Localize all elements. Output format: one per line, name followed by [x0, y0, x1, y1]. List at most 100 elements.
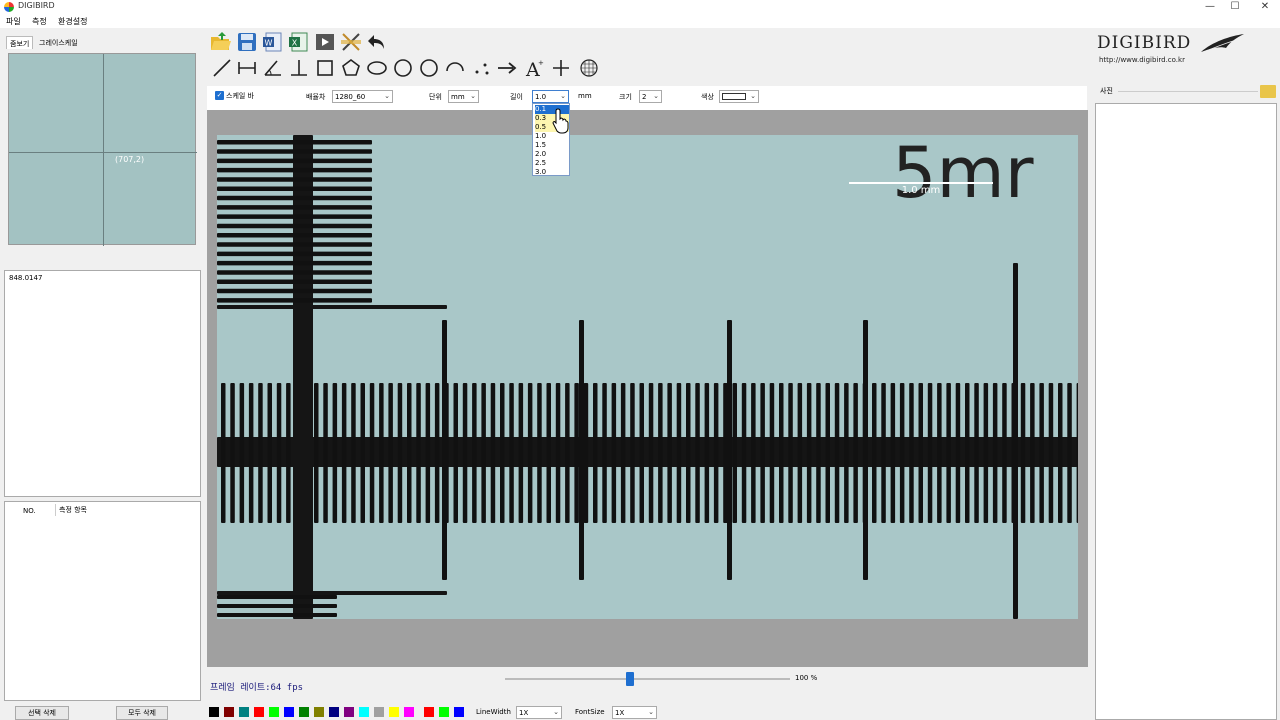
delete-all-button[interactable]: 모두 삭제: [116, 706, 168, 720]
svg-text:X: X: [292, 39, 298, 48]
maximize-button[interactable]: ☐: [1220, 0, 1250, 14]
measure-value: 848.0147: [9, 274, 43, 282]
circle-icon[interactable]: [392, 57, 414, 79]
color-swatch[interactable]: [284, 707, 294, 717]
play-icon[interactable]: [314, 31, 336, 53]
color-swatch[interactable]: [374, 707, 384, 717]
color-swatch[interactable]: [439, 707, 449, 717]
app-icon: [4, 2, 14, 12]
zoom-slider-track[interactable]: [505, 678, 790, 680]
grid-circle-icon[interactable]: [578, 57, 600, 79]
scale-bar-text: 1.0 mm: [902, 185, 941, 196]
tab-zoom-view[interactable]: 줌보기: [6, 36, 34, 49]
color-select[interactable]: ⌄: [719, 90, 759, 103]
color-swatch[interactable]: [344, 707, 354, 717]
length-select[interactable]: 1.0 ⌄: [532, 90, 569, 103]
ruler-image: 5mr 1.0 mm: [217, 135, 1078, 619]
linewidth-select[interactable]: 1X ⌄: [516, 706, 562, 719]
color-swatch[interactable]: [269, 707, 279, 717]
delete-selected-button[interactable]: 선택 삭제: [15, 706, 69, 720]
title-bar: DIGIBIRD — ☐ ✕: [0, 0, 1280, 14]
length-option[interactable]: 3.0: [535, 168, 569, 177]
length-label: 길이: [510, 93, 523, 101]
length-option[interactable]: 1.5: [535, 141, 569, 150]
chevron-down-icon: ⌄: [648, 708, 654, 716]
color-swatch[interactable]: [329, 707, 339, 717]
photo-list[interactable]: [1095, 103, 1277, 720]
size-label: 크기: [619, 93, 632, 101]
color-swatch[interactable]: [299, 707, 309, 717]
circle-3pt-icon[interactable]: [418, 57, 440, 79]
chevron-down-icon: ⌄: [470, 92, 476, 100]
scale-bar-line: [849, 182, 993, 184]
column-item: 측정 항목: [59, 506, 87, 514]
fontsize-label: FontSize: [575, 708, 605, 716]
color-label: 색상: [701, 93, 714, 101]
length-value: 1.0: [535, 93, 547, 101]
fontsize-select[interactable]: 1X ⌄: [612, 706, 657, 719]
menu-file[interactable]: 파일: [6, 16, 21, 27]
perpendicular-icon[interactable]: [288, 57, 310, 79]
unit-label: 단위: [429, 93, 442, 101]
undo-icon[interactable]: [366, 31, 388, 53]
rectangle-icon[interactable]: [314, 57, 336, 79]
crosshair-vertical: [103, 54, 104, 246]
chevron-down-icon: ⌄: [653, 92, 659, 100]
value-panel: 848.0147: [4, 270, 201, 497]
color-swatch[interactable]: [254, 707, 264, 717]
measure-tools-icon[interactable]: [340, 31, 362, 53]
color-swatch[interactable]: [224, 707, 234, 717]
length-option[interactable]: 2.0: [535, 150, 569, 159]
line-icon[interactable]: [211, 57, 233, 79]
photo-divider: [1118, 91, 1258, 92]
magnification-value: 1280_60: [335, 93, 366, 101]
menu-settings[interactable]: 환경설정: [58, 16, 87, 27]
folder-icon[interactable]: [1260, 85, 1276, 98]
length-unit-label: mm: [578, 92, 592, 100]
window-title: DIGIBIRD: [18, 1, 55, 10]
pentagon-icon[interactable]: [340, 57, 362, 79]
unit-value: mm: [451, 93, 465, 101]
size-select[interactable]: 2 ⌄: [639, 90, 662, 103]
tab-grayscale[interactable]: 그레이스케일: [36, 36, 81, 49]
unit-select[interactable]: mm ⌄: [448, 90, 479, 103]
ruler-label: 5mr: [892, 135, 1034, 214]
length-option[interactable]: 2.5: [535, 159, 569, 168]
photo-label: 사진: [1100, 87, 1113, 95]
brand-url[interactable]: http://www.digibird.co.kr: [1099, 56, 1185, 64]
menu-measure[interactable]: 측정: [32, 16, 47, 27]
magnification-label: 배율차: [306, 93, 326, 101]
text-icon[interactable]: A+: [524, 57, 546, 79]
chevron-down-icon: ⌄: [560, 92, 566, 100]
ellipse-icon[interactable]: [366, 57, 388, 79]
crosshair-icon[interactable]: [550, 57, 572, 79]
excel-export-icon[interactable]: X: [288, 31, 310, 53]
color-swatch[interactable]: [424, 707, 434, 717]
angle-icon[interactable]: [262, 57, 284, 79]
word-export-icon[interactable]: W: [262, 31, 284, 53]
color-swatch[interactable]: [314, 707, 324, 717]
arc-icon[interactable]: [444, 57, 466, 79]
color-swatch[interactable]: [359, 707, 369, 717]
arrow-icon[interactable]: [496, 57, 518, 79]
measurement-list[interactable]: NO. 측정 항목: [4, 501, 201, 701]
open-folder-icon[interactable]: [210, 31, 232, 53]
close-button[interactable]: ✕: [1250, 0, 1280, 14]
scale-bar-checkbox[interactable]: ✓: [215, 91, 224, 100]
scale-bar-settings: ✓ 스케일 바 배율차 1280_60 ⌄ 단위 mm ⌄ 길이 1.0 ⌄ mm 크…: [207, 86, 1087, 110]
color-swatch[interactable]: [209, 707, 219, 717]
column-no: NO.: [23, 507, 36, 515]
points-icon[interactable]: [470, 57, 492, 79]
magnification-select[interactable]: 1280_60 ⌄: [332, 90, 393, 103]
color-swatch[interactable]: [239, 707, 249, 717]
save-icon[interactable]: [236, 31, 258, 53]
color-swatch[interactable]: [389, 707, 399, 717]
chevron-down-icon: ⌄: [750, 92, 756, 100]
menu-bar: 파일 측정 환경설정: [0, 14, 1280, 28]
color-swatch[interactable]: [454, 707, 464, 717]
microscope-image[interactable]: 5mr 1.0 mm: [217, 135, 1078, 619]
zoom-slider-thumb[interactable]: [626, 672, 635, 686]
scale-bar-label: 스케일 바: [226, 92, 254, 100]
dimension-line-icon[interactable]: [236, 57, 258, 79]
color-swatch[interactable]: [404, 707, 414, 717]
